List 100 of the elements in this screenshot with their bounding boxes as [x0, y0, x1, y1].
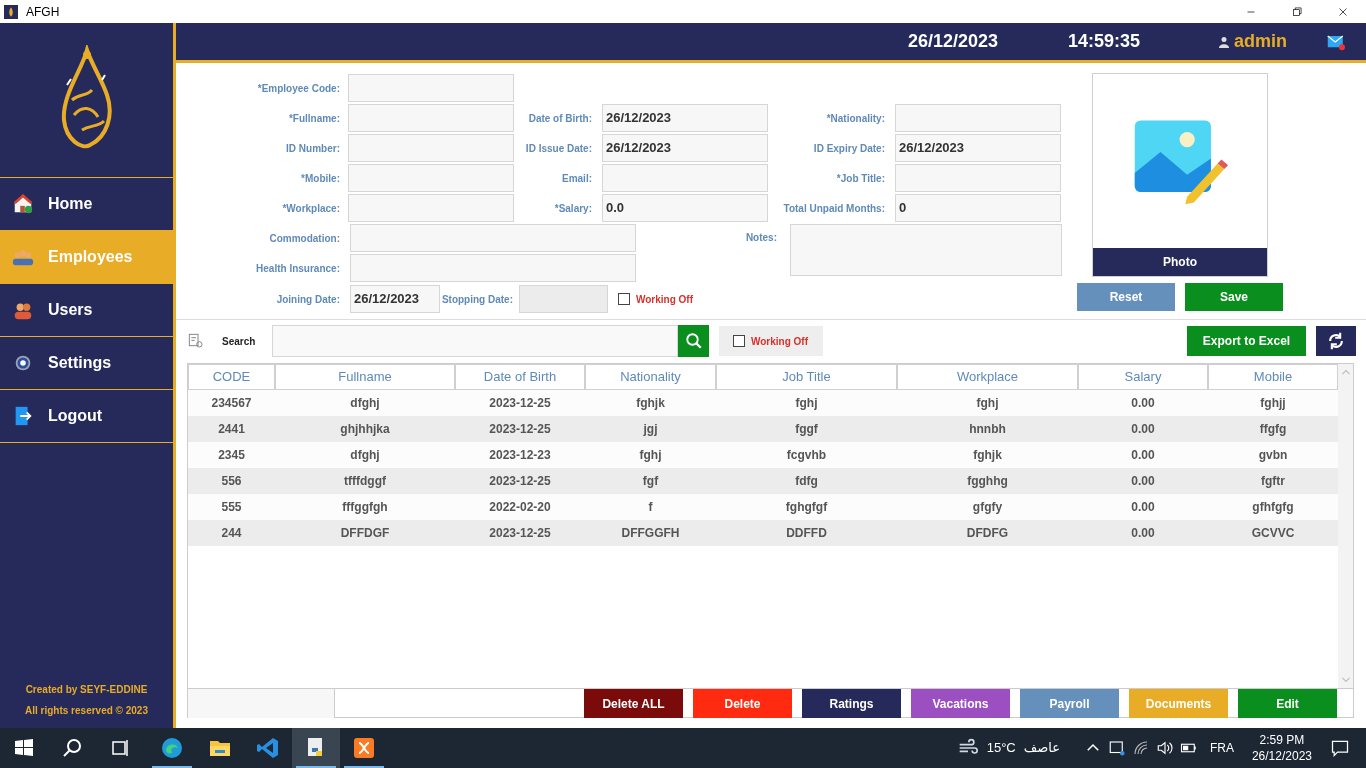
- credit-text: All rights reserved © 2023: [25, 704, 148, 718]
- table-cell-text: 0.00: [1131, 447, 1155, 464]
- search-icon: [684, 332, 703, 350]
- field-label: ID Expiry Date:: [812, 141, 885, 156]
- column-header[interactable]: Fullname: [275, 364, 455, 390]
- input-field[interactable]: 26/12/2023: [602, 104, 768, 132]
- field-label: Date of Birth:: [527, 111, 592, 126]
- search-button[interactable]: [678, 325, 709, 357]
- input-field[interactable]: [348, 194, 514, 222]
- table-cell-text: gvbn: [1258, 447, 1288, 464]
- field-label: *Nationality:: [825, 111, 885, 126]
- table-cell-text: 0.00: [1131, 395, 1155, 412]
- clock[interactable]: 2:59 PM 26/12/2023: [1251, 732, 1312, 764]
- field-label: *Salary:: [553, 201, 592, 216]
- table-cell-text: 2023-12-23: [489, 447, 551, 464]
- table-cell-text: gfgfy: [972, 499, 1003, 516]
- input-field[interactable]: 0.0: [602, 194, 768, 222]
- table-row[interactable]: 556 tfffdggf 2023-12-25 fgf fdfg fgghhg 0.00 fgftr: [188, 468, 1338, 494]
- input-field[interactable]: [350, 224, 636, 252]
- input-field[interactable]: [348, 134, 514, 162]
- table-cell-text: fghj: [795, 395, 818, 412]
- checkbox-label: Working Off: [636, 292, 694, 307]
- input-field[interactable]: [348, 104, 514, 132]
- table-cell-text: fghjk: [636, 395, 665, 412]
- monitor-icon[interactable]: [1107, 739, 1126, 757]
- search-field[interactable]: [272, 325, 678, 357]
- input-field[interactable]: [350, 254, 636, 282]
- input-field[interactable]: 26/12/2023: [895, 134, 1061, 162]
- maximize-icon[interactable]: [1290, 4, 1304, 19]
- column-header[interactable]: Date of Birth: [455, 364, 585, 390]
- table-cell-text: fghj: [976, 395, 999, 412]
- table-cell-text: 2023-12-25: [489, 395, 551, 412]
- action-button[interactable]: Delete: [693, 689, 792, 718]
- export-button[interactable]: Export to Excel: [1187, 326, 1306, 356]
- form-button[interactable]: Save: [1185, 283, 1283, 311]
- table-cell-text: 2023-12-25: [489, 473, 551, 490]
- notification-icon[interactable]: [1330, 738, 1350, 758]
- table-cell-text: 2023-12-25: [489, 525, 551, 542]
- input-field[interactable]: [895, 104, 1061, 132]
- table-cell-text: dfghj: [350, 447, 380, 464]
- form-button[interactable]: Reset: [1077, 283, 1175, 311]
- refresh-icon: [1326, 331, 1346, 351]
- notes-field[interactable]: [790, 224, 1062, 276]
- table-row[interactable]: 244 DFFDGF 2023-12-25 DFFGGFH DDFFD DFDFG 0.00 GCVVC: [188, 520, 1338, 546]
- table-cell-text: 234567: [211, 395, 252, 412]
- table-cell-text: 2023-12-25: [489, 421, 551, 438]
- table-cell-text: DDFFD: [786, 525, 827, 542]
- input-field[interactable]: [348, 74, 514, 102]
- table-row[interactable]: 2441 ghjhhjka 2023-12-25 jgj fggf hnnbh 0.00 ffgfg: [188, 416, 1338, 442]
- refresh-button[interactable]: [1316, 326, 1356, 356]
- taskbar-button[interactable]: [292, 728, 340, 768]
- language-indicator[interactable]: FRA: [1209, 739, 1234, 757]
- checkbox[interactable]: [618, 293, 630, 305]
- table-cell-text: fffggfgh: [342, 499, 388, 516]
- column-header[interactable]: Nationality: [585, 364, 716, 390]
- column-header[interactable]: Mobile: [1208, 364, 1338, 390]
- action-button[interactable]: Vacations: [911, 689, 1010, 718]
- field-label: *Mobile:: [300, 171, 340, 186]
- table-cell-text: 2441: [218, 421, 245, 438]
- field-label: *Workplace:: [281, 201, 340, 216]
- search-label: Search: [222, 334, 257, 349]
- table-cell-text: fgghhg: [967, 473, 1008, 490]
- table-cell-text: f: [648, 499, 653, 516]
- table-cell-text: hnnbh: [969, 421, 1006, 438]
- input-field[interactable]: 26/12/2023: [602, 134, 768, 162]
- input-field[interactable]: [602, 164, 768, 192]
- checkbox[interactable]: [733, 335, 745, 347]
- column-header[interactable]: Job Title: [716, 364, 897, 390]
- column-header[interactable]: Workplace: [897, 364, 1078, 390]
- field-label: ID Number:: [285, 141, 340, 156]
- field-label: Notes:: [744, 231, 777, 245]
- credit-text: Created by SEYF-EDDINE: [25, 683, 148, 697]
- column-header[interactable]: Salary: [1078, 364, 1208, 390]
- input-field[interactable]: [348, 164, 514, 192]
- table-cell-text: gfhfgfg: [1252, 499, 1294, 516]
- weather-text: عاصف: [1023, 739, 1060, 758]
- app-icon: [4, 4, 18, 19]
- table-cell-text: dfghj: [350, 395, 380, 412]
- input-field[interactable]: 26/12/2023: [350, 285, 440, 313]
- table-cell-text: 556: [221, 473, 242, 490]
- action-button[interactable]: Ratings: [802, 689, 901, 718]
- table-cell-text: fghgfgf: [785, 499, 828, 516]
- column-header[interactable]: CODE: [188, 364, 275, 390]
- wifi-icon[interactable]: [1131, 739, 1150, 757]
- action-button[interactable]: Delete ALL: [584, 689, 683, 718]
- table-cell-text: fggf: [795, 421, 818, 438]
- action-button[interactable]: Edit: [1238, 689, 1337, 718]
- photo-button[interactable]: Photo: [1093, 248, 1267, 276]
- table-cell-text: fghjj: [1260, 395, 1286, 412]
- date-text: 26/12/2023: [908, 30, 1000, 53]
- speaker-icon[interactable]: [1155, 739, 1174, 757]
- action-button[interactable]: Payroll: [1020, 689, 1119, 718]
- table-cell-text: fghjk: [973, 447, 1002, 464]
- field-label: Stopping Date:: [440, 292, 513, 307]
- table-cell-text: 0.00: [1131, 421, 1155, 438]
- input-field[interactable]: [895, 164, 1061, 192]
- table-cell-text: ffgfg: [1259, 421, 1287, 438]
- input-field[interactable]: [188, 689, 335, 718]
- table-cell-text: 555: [221, 499, 242, 516]
- input-field[interactable]: 0: [895, 194, 1061, 222]
